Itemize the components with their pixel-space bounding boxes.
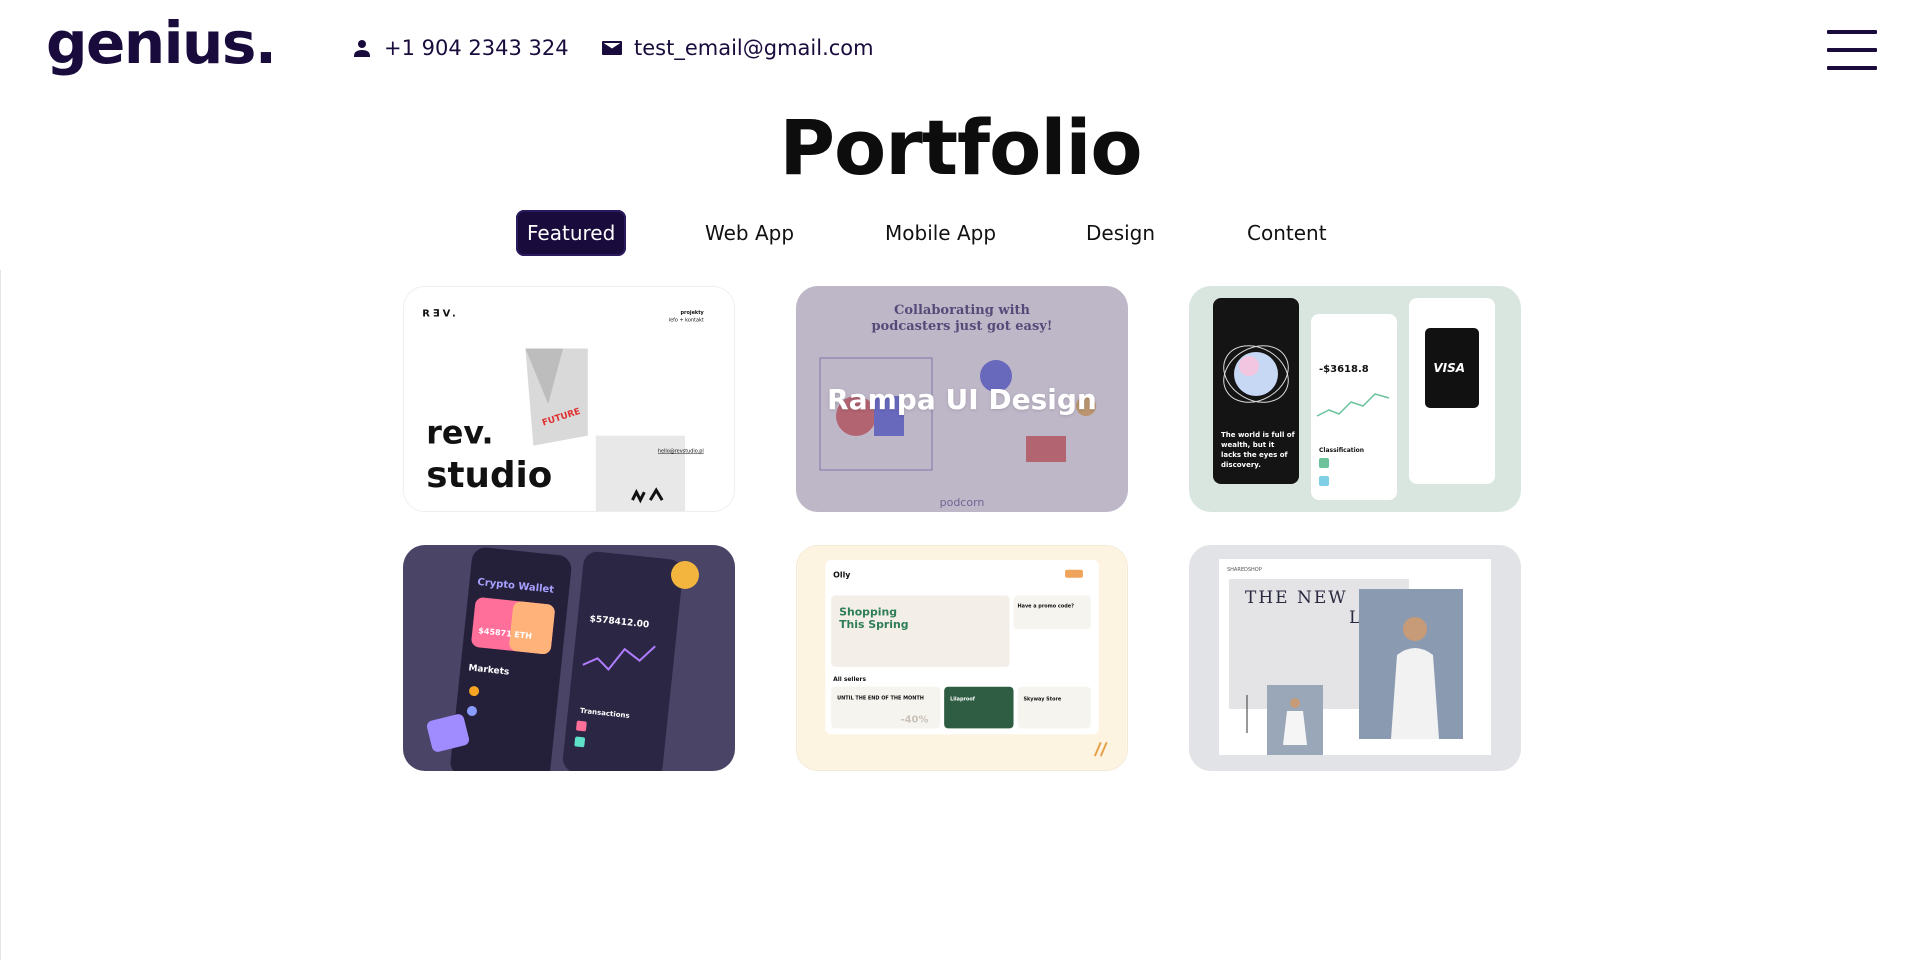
finance-app-thumbnail: The world is full of wealth, but it lack… (1189, 286, 1521, 512)
portfolio-item-rev-studio[interactable]: R∃V. projekty lefo + kontakt FUTURE hell… (403, 286, 735, 512)
tab-featured[interactable]: Featured (516, 210, 627, 256)
svg-text:Olly: Olly (833, 571, 851, 580)
hamburger-menu-icon[interactable] (1827, 28, 1877, 72)
svg-text:Shopping: Shopping (839, 605, 897, 618)
portfolio-item-crypto-wallet[interactable]: Crypto Wallet $45871 ETH Markets $578412… (403, 545, 735, 771)
crypto-wallet-thumbnail: Crypto Wallet $45871 ETH Markets $578412… (403, 545, 735, 771)
svg-text:Have a promo code?: Have a promo code? (1018, 603, 1075, 609)
portfolio-item-olly-shop[interactable]: Olly Shopping This Spring Have a promo c… (796, 545, 1128, 771)
svg-text:VISA: VISA (1433, 361, 1465, 375)
svg-text:THE NEW: THE NEW (1245, 588, 1348, 608)
divider (0, 270, 1, 960)
svg-text:studio: studio (426, 455, 552, 496)
svg-text:discovery.: discovery. (1221, 461, 1261, 469)
tab-web-app[interactable]: Web App (694, 210, 805, 256)
tab-mobile-app[interactable]: Mobile App (874, 210, 1007, 256)
svg-text:Lilaproof: Lilaproof (950, 697, 976, 703)
rev-studio-thumbnail: R∃V. projekty lefo + kontakt FUTURE hell… (404, 287, 734, 511)
site-logo[interactable]: genius. (46, 14, 277, 72)
svg-text:UNTIL THE END OF THE MONTH: UNTIL THE END OF THE MONTH (837, 696, 924, 702)
svg-text:Skyway Store: Skyway Store (1023, 697, 1061, 703)
page-title: Portfolio (779, 103, 1142, 192)
svg-text:R∃V.: R∃V. (422, 309, 458, 320)
tab-design[interactable]: Design (1075, 210, 1166, 256)
email-contact[interactable]: test_email@gmail.com (600, 36, 874, 60)
phone-number: +1 904 2343 324 (384, 36, 569, 60)
portfolio-item-title: Rampa UI Design (827, 382, 1097, 416)
email-address: test_email@gmail.com (634, 36, 874, 60)
tab-content[interactable]: Content (1236, 210, 1338, 256)
person-icon (354, 40, 370, 57)
hover-overlay: Rampa UI Design (796, 286, 1128, 512)
svg-text:The world is full of: The world is full of (1221, 431, 1296, 439)
olly-shop-thumbnail: Olly Shopping This Spring Have a promo c… (797, 546, 1127, 770)
svg-text:lefo + kontakt: lefo + kontakt (669, 318, 704, 324)
svg-text:projekty: projekty (681, 310, 705, 316)
svg-text:Classification: Classification (1319, 447, 1364, 454)
portfolio-item-rampa-ui[interactable]: Collaborating with podcasters just got e… (796, 286, 1128, 512)
mail-icon (602, 41, 622, 55)
svg-text:SHAREDSHOP: SHAREDSHOP (1227, 567, 1262, 573)
svg-text:All sellers: All sellers (833, 676, 866, 683)
svg-text:-40%: -40% (901, 714, 929, 725)
the-new-lady-thumbnail: SHAREDSHOP THE NEW LADY (1189, 545, 1521, 771)
svg-text:-$3618.8: -$3618.8 (1319, 364, 1369, 375)
portfolio-item-finance-app[interactable]: The world is full of wealth, but it lack… (1189, 286, 1521, 512)
portfolio-filter-tabs: Featured Web App Mobile App Design Conte… (0, 210, 1921, 256)
svg-text:lacks the eyes of: lacks the eyes of (1221, 451, 1289, 459)
svg-text:hello@revstudio.pl: hello@revstudio.pl (658, 449, 704, 455)
svg-text:This Spring: This Spring (839, 618, 908, 631)
svg-text:wealth, but it: wealth, but it (1221, 441, 1275, 449)
svg-text:rev.: rev. (426, 416, 493, 452)
phone-contact[interactable]: +1 904 2343 324 (350, 36, 569, 60)
portfolio-item-the-new-lady[interactable]: SHAREDSHOP THE NEW LADY (1189, 545, 1521, 771)
